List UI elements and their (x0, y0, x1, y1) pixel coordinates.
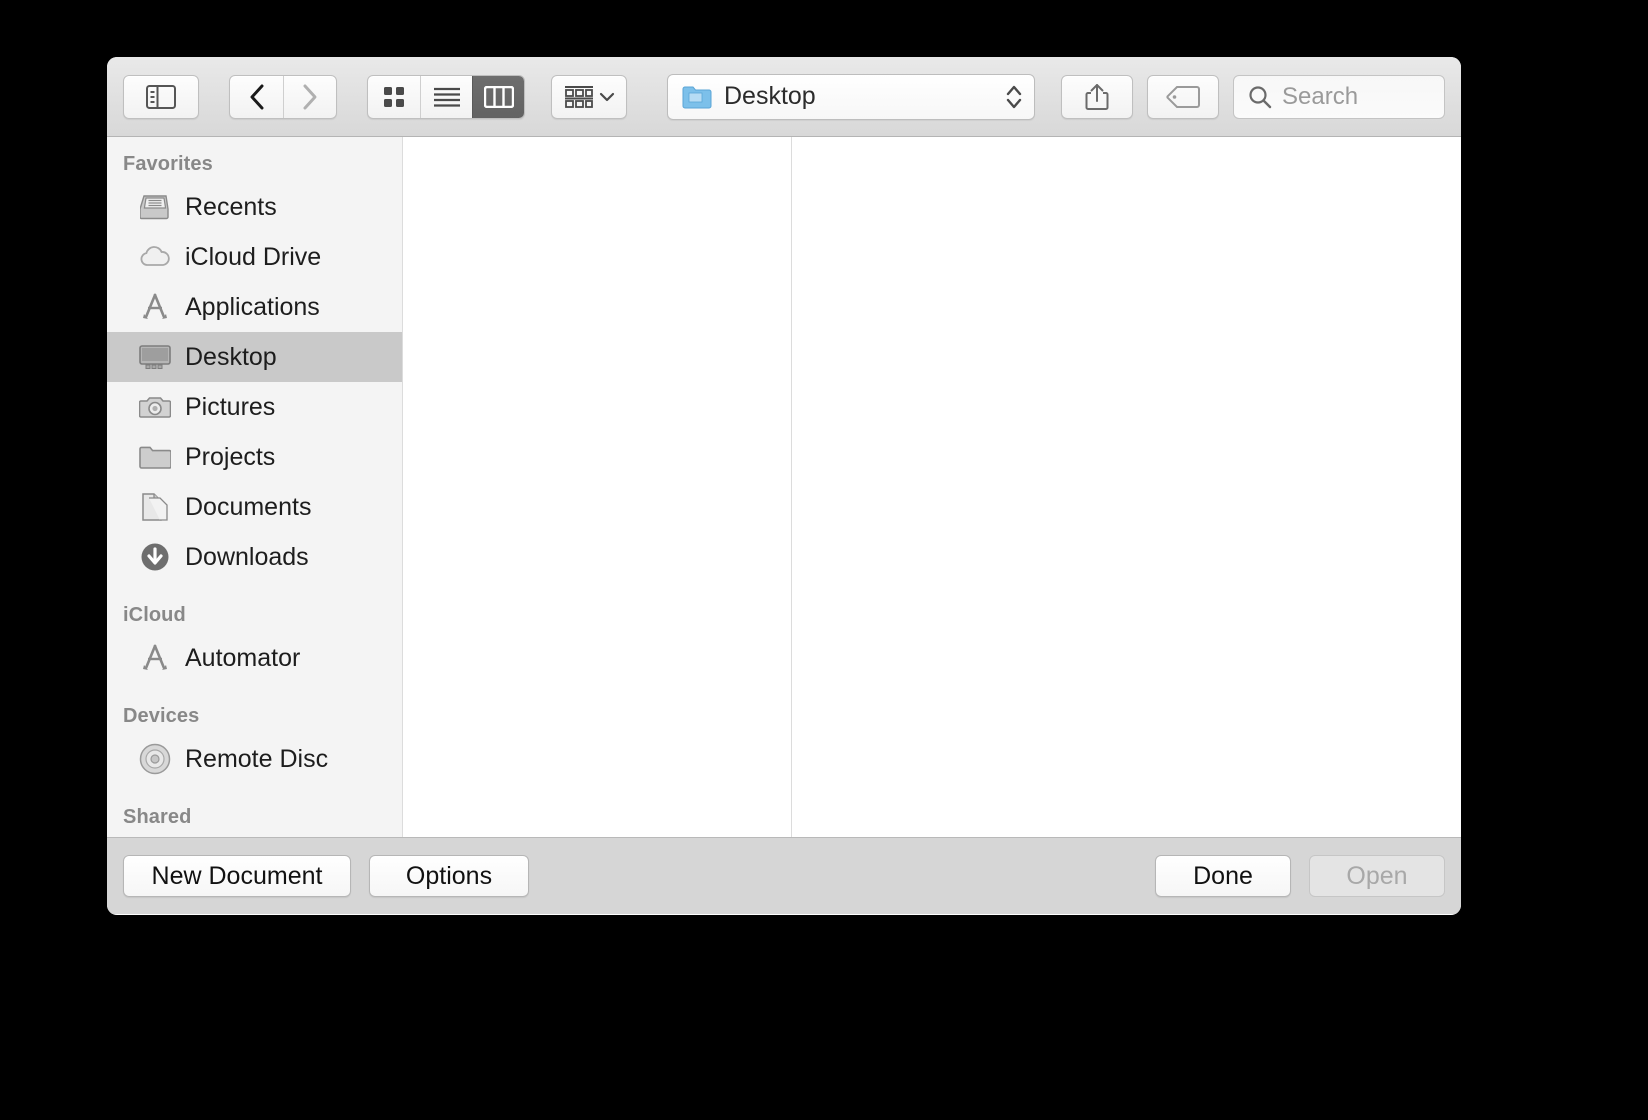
applications-icon (139, 291, 171, 323)
new-document-button[interactable]: New Document (123, 855, 351, 897)
group-by-button[interactable] (551, 74, 627, 119)
sidebar-item-label: Projects (185, 442, 276, 471)
open-button[interactable]: Open (1309, 855, 1445, 897)
search-icon (1249, 85, 1272, 108)
file-column-1[interactable] (403, 137, 792, 837)
sidebar-item-pictures[interactable]: Pictures (107, 382, 402, 432)
applications-icon (139, 642, 171, 674)
options-button[interactable]: Options (369, 855, 529, 897)
column-view-icon (483, 85, 514, 108)
sidebar-item-label: Automator (185, 643, 301, 672)
chevron-down-icon (599, 92, 614, 101)
sidebar-toggle-button[interactable] (123, 74, 199, 119)
toolbar-right-group: Search (1061, 74, 1445, 119)
sidebar-section-header-shared: Shared (123, 806, 192, 828)
sidebar: Favorites Recents iCloud Drive Applicati… (107, 137, 403, 837)
sidebar-item-label: Desktop (185, 342, 277, 371)
sidebar-item-documents[interactable]: Documents (107, 482, 402, 532)
bottom-bar: New Document Options Done Open (107, 837, 1461, 914)
search-placeholder: Search (1282, 82, 1359, 110)
sidebar-item-label: Pictures (185, 392, 276, 421)
chevron-left-icon (250, 84, 263, 109)
sidebar-item-label: Remote Disc (185, 744, 329, 773)
chevron-right-icon (303, 84, 317, 109)
path-popup-button[interactable]: Desktop (667, 73, 1035, 120)
sidebar-item-label: Recents (185, 192, 277, 221)
folder-icon (139, 441, 171, 473)
view-mode-column-button[interactable] (472, 75, 524, 118)
sidebar-item-downloads[interactable]: Downloads (107, 532, 402, 582)
cloud-icon (139, 241, 171, 273)
dialog-body: Favorites Recents iCloud Drive Applicati… (107, 137, 1461, 837)
sidebar-item-applications[interactable]: Applications (107, 282, 402, 332)
bottom-bar-right-group: Done Open (1155, 855, 1445, 897)
share-button[interactable] (1061, 74, 1133, 119)
file-column-2[interactable] (792, 137, 1461, 837)
view-mode-list-button[interactable] (420, 75, 472, 118)
sidebar-item-automator[interactable]: Automator (107, 633, 402, 683)
sidebar-toggle-icon (146, 84, 176, 109)
toolbar: Desktop Search (107, 57, 1461, 137)
sidebar-section-header-icloud: iCloud (123, 604, 186, 626)
sidebar-item-label: Documents (185, 492, 312, 521)
disc-icon (139, 743, 171, 775)
share-icon (1085, 83, 1109, 110)
navigation-segmented-control (229, 74, 337, 119)
sidebar-item-desktop[interactable]: Desktop (107, 332, 402, 382)
sidebar-section-header-favorites: Favorites (123, 153, 213, 175)
file-dialog-window: Desktop Search Favorites Recents iCloud … (107, 57, 1461, 915)
sidebar-item-recents[interactable]: Recents (107, 182, 402, 232)
sidebar-section-header-devices: Devices (123, 705, 200, 727)
sidebar-item-label: iCloud Drive (185, 242, 322, 271)
sidebar-item-label: Downloads (185, 542, 309, 571)
column-view-container (403, 137, 1461, 837)
recents-icon (139, 191, 171, 223)
grid-view-icon (384, 86, 404, 107)
documents-icon (139, 491, 171, 523)
camera-icon (139, 391, 171, 423)
tag-button[interactable] (1147, 74, 1219, 119)
sidebar-item-label: Applications (185, 292, 320, 321)
done-button[interactable]: Done (1155, 855, 1291, 897)
path-popup-label: Desktop (724, 82, 816, 110)
view-mode-segmented-control (367, 74, 525, 119)
desktop-icon (139, 341, 171, 373)
sidebar-item-remote-disc[interactable]: Remote Disc (107, 734, 402, 784)
sidebar-item-icloud-drive[interactable]: iCloud Drive (107, 232, 402, 282)
group-by-icon (564, 85, 593, 108)
downloads-icon (139, 541, 171, 573)
list-view-icon (433, 87, 460, 107)
stepper-updown-icon (1006, 85, 1022, 108)
tag-icon (1166, 85, 1200, 108)
view-mode-icon-button[interactable] (368, 76, 420, 118)
search-input[interactable]: Search (1233, 74, 1445, 119)
back-button[interactable] (230, 76, 283, 118)
sidebar-item-projects[interactable]: Projects (107, 432, 402, 482)
blue-folder-icon (682, 86, 712, 108)
forward-button[interactable] (283, 75, 336, 118)
